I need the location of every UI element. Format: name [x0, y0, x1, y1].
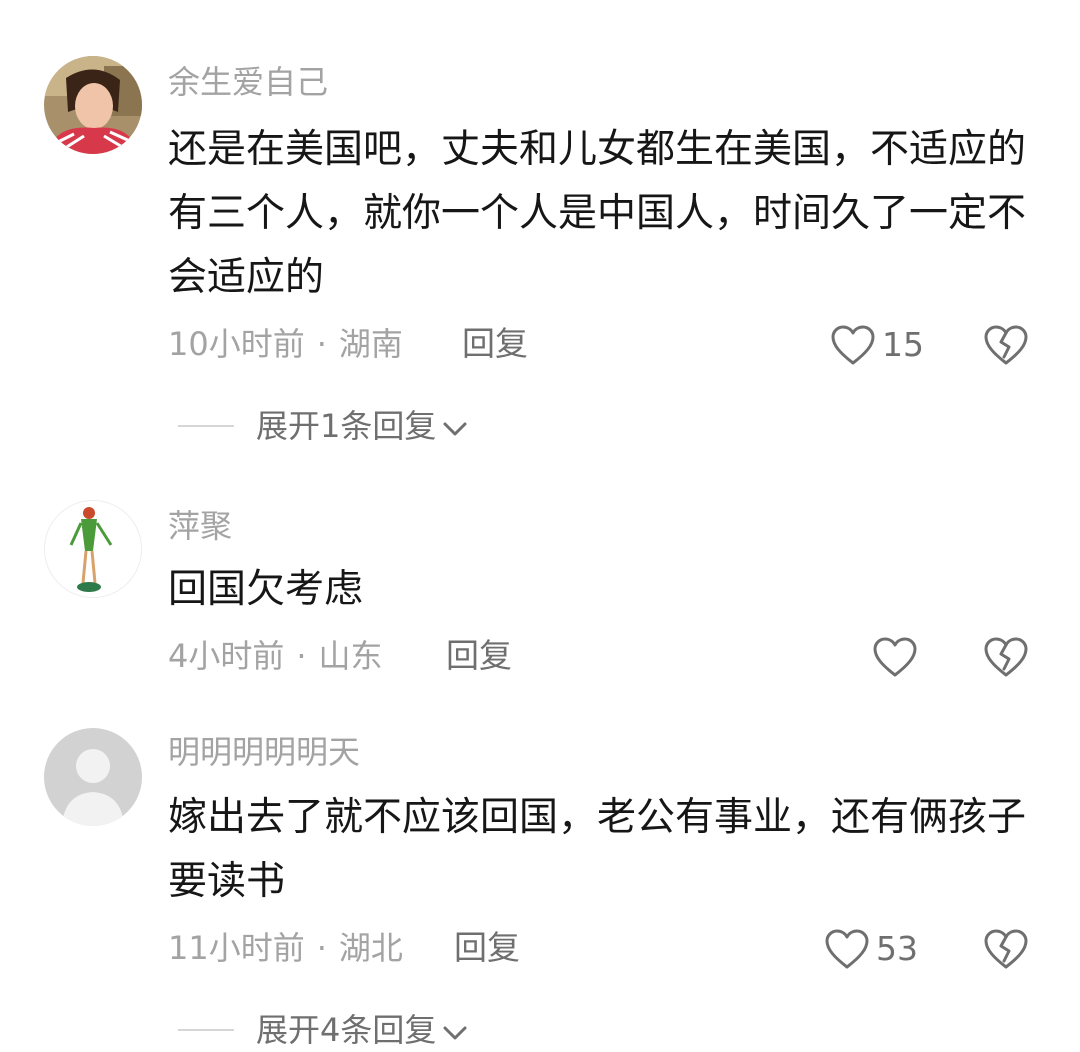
comment-time: 10小时前: [168, 325, 305, 363]
chevron-down-icon: [442, 406, 468, 446]
avatar[interactable]: [44, 56, 142, 154]
dislike-button[interactable]: [983, 636, 1029, 678]
divider-line: [178, 1029, 234, 1031]
comment-location: 山东: [318, 637, 383, 675]
reply-button[interactable]: 回复: [454, 928, 520, 968]
like-button[interactable]: [872, 636, 918, 678]
comment-time: 11小时前: [168, 929, 305, 967]
comment-location: 湖南: [338, 325, 403, 363]
comment-text: 嫁出去了就不应该回国，老公有事业，还有俩孩子要读书: [168, 795, 1027, 904]
like-button[interactable]: 15: [830, 324, 924, 366]
meta-separator: ·: [316, 929, 327, 967]
comment-meta: 10小时前 · 湖南: [168, 324, 403, 364]
like-count: 53: [876, 929, 918, 968]
broken-heart-icon: [983, 928, 1029, 970]
heart-outline-icon: [872, 636, 918, 678]
like-button[interactable]: 53: [824, 928, 918, 970]
dislike-button[interactable]: [983, 324, 1029, 366]
avatar[interactable]: [44, 728, 142, 826]
username[interactable]: 余生爱自己: [168, 62, 328, 102]
reply-button[interactable]: 回复: [462, 324, 528, 364]
meta-separator: ·: [316, 325, 327, 363]
username[interactable]: 明明明明明天: [168, 732, 360, 772]
expand-replies-button[interactable]: 展开1条回复: [178, 406, 468, 446]
expand-replies-button[interactable]: 展开4条回复: [178, 1010, 468, 1050]
heart-outline-icon: [830, 324, 876, 366]
divider-line: [178, 425, 234, 427]
expand-replies-label: 展开4条回复: [256, 1011, 437, 1049]
like-count: 15: [882, 325, 924, 364]
comment-text: 回国欠考虑: [168, 567, 364, 612]
avatar[interactable]: [44, 500, 142, 598]
comment-location: 湖北: [338, 929, 403, 967]
reply-button[interactable]: 回复: [446, 636, 512, 676]
expand-replies-label: 展开1条回复: [256, 407, 437, 445]
chevron-down-icon: [442, 1010, 468, 1050]
comment-time: 4小时前: [168, 637, 285, 675]
meta-separator: ·: [296, 637, 307, 675]
comment-meta: 4小时前 · 山东: [168, 636, 383, 676]
comment-text: 还是在美国吧，丈夫和儿女都生在美国，不适应的有三个人，就你一个人是中国人，时间久…: [168, 127, 1027, 300]
comment-meta: 11小时前 · 湖北: [168, 928, 403, 968]
heart-outline-icon: [824, 928, 870, 970]
dislike-button[interactable]: [983, 928, 1029, 970]
broken-heart-icon: [983, 324, 1029, 366]
username[interactable]: 萍聚: [168, 506, 232, 546]
broken-heart-icon: [983, 636, 1029, 678]
